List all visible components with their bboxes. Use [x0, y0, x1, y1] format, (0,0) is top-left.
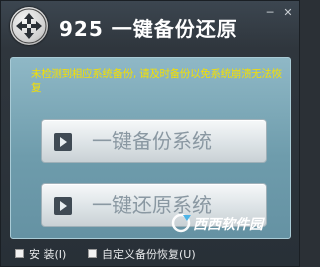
- custom-backup-restore-label[interactable]: 自定义备份恢复(U): [102, 246, 196, 262]
- watermark-logo: 西西软件园: [169, 211, 289, 235]
- install-checkbox[interactable]: [15, 249, 24, 258]
- play-icon: [54, 197, 72, 215]
- one-click-backup-button[interactable]: 一键备份系统: [41, 119, 267, 163]
- backup-button-label: 一键备份系统: [92, 129, 212, 153]
- footer-options: 安 装(I) 自定义备份恢复(U): [1, 243, 299, 267]
- window-title: 925 一键备份还原: [59, 17, 238, 41]
- close-button[interactable]: ✕: [281, 7, 295, 19]
- title-bar[interactable]: 925 一键备份还原 ─ ✕: [1, 1, 299, 57]
- watermark-text: 西西软件园: [193, 216, 266, 233]
- minimize-button[interactable]: ─: [263, 7, 277, 19]
- app-window: 925 一键备份还原 ─ ✕ 未检测到相应系统备份, 请及时备份以免系统崩溃无法…: [0, 0, 300, 267]
- custom-backup-restore-checkbox[interactable]: [88, 249, 97, 258]
- install-label[interactable]: 安 装(I): [29, 246, 66, 262]
- app-logo-icon: [10, 7, 48, 45]
- backup-status-notice: 未检测到相应系统备份, 请及时备份以免系统崩溃无法恢复: [31, 68, 282, 94]
- play-icon: [54, 133, 72, 151]
